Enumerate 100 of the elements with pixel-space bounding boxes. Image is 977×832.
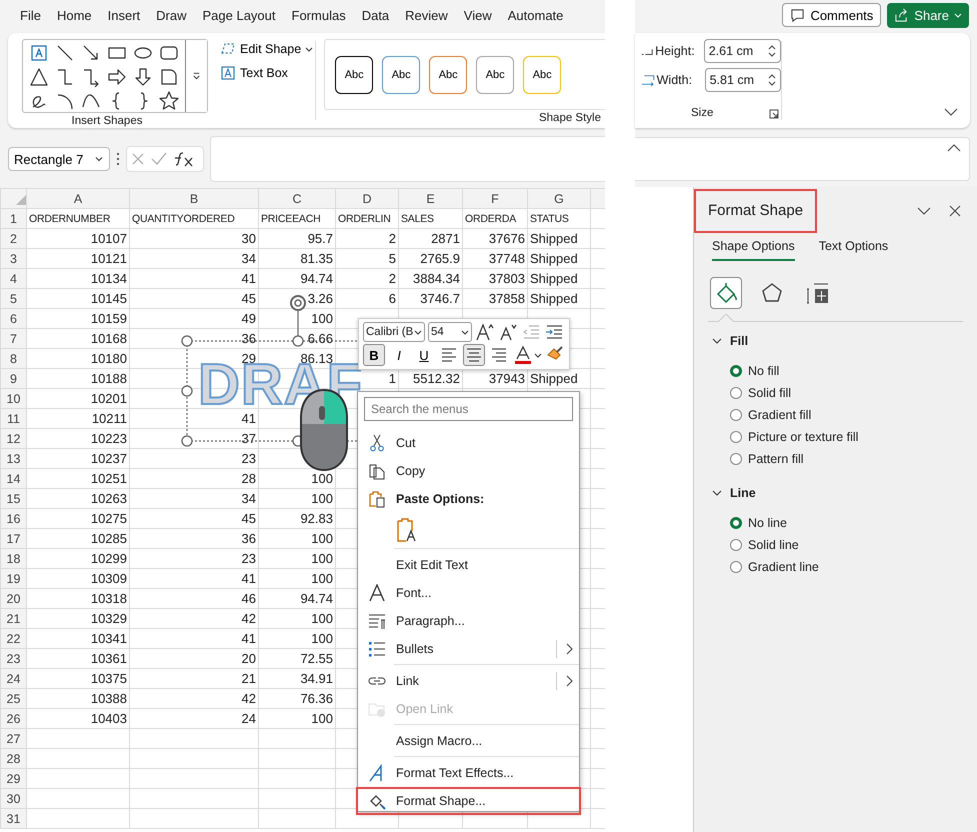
formula-input[interactable] [210, 136, 605, 182]
shape-style-swatch[interactable]: Abc [335, 56, 374, 94]
row-header[interactable]: 18 [0, 548, 26, 568]
menu-item[interactable]: Exit Edit Text [358, 551, 579, 579]
width-field[interactable]: 5.81 cm [704, 68, 781, 92]
shape-style-swatch[interactable]: Abc [429, 56, 468, 94]
ribbon-tab[interactable]: Draw [148, 8, 194, 22]
row-header[interactable]: 25 [0, 688, 26, 708]
row-header[interactable]: 29 [0, 768, 26, 788]
ribbon-tab[interactable]: Insert [100, 8, 148, 22]
radio-option[interactable]: No fill [716, 360, 977, 382]
row-header[interactable]: 23 [0, 648, 26, 668]
radio-option[interactable]: Pattern fill [716, 448, 977, 470]
font-dropdown[interactable]: Calibri (B [363, 322, 425, 342]
menu-item[interactable]: Paragraph... [358, 607, 579, 635]
row-header[interactable]: 1 [0, 208, 26, 228]
row-header[interactable]: 5 [0, 288, 26, 308]
row-header[interactable]: 3 [0, 248, 26, 268]
menu-item[interactable]: Bullets [358, 635, 579, 663]
column-header[interactable]: D [336, 188, 398, 208]
row-header[interactable]: 20 [0, 588, 26, 608]
radio-button[interactable] [730, 409, 742, 421]
height-field[interactable]: 2.61 cm [704, 39, 781, 63]
text-box-icon[interactable] [29, 43, 49, 63]
column-header[interactable]: C [258, 188, 336, 208]
menu-item[interactable]: Cut [358, 429, 579, 457]
caret-icon[interactable] [534, 351, 542, 359]
pane-tab[interactable]: Text Options [818, 239, 888, 261]
line-icon[interactable] [55, 43, 75, 63]
radio-option[interactable]: Picture or texture fill [716, 426, 977, 448]
radio-button[interactable] [730, 387, 742, 399]
ribbon-tab[interactable]: Formulas [284, 8, 354, 22]
paste-text-icon[interactable] [396, 517, 418, 543]
star-icon[interactable] [159, 91, 179, 111]
menu-item[interactable]: Format Shape... [356, 787, 581, 815]
chevron-down-icon[interactable] [944, 108, 958, 116]
row-header[interactable]: 12 [0, 428, 26, 448]
row-header[interactable]: 26 [0, 708, 26, 728]
grow-font-icon[interactable] [475, 322, 495, 342]
menu-item[interactable]: Assign Macro... [358, 727, 579, 755]
right-arrow-icon[interactable] [107, 67, 127, 87]
row-header[interactable]: 22 [0, 628, 26, 648]
font-color-icon[interactable] [513, 345, 533, 365]
elbow-connector-icon[interactable] [55, 67, 75, 87]
section-header[interactable]: Line [712, 482, 977, 504]
radio-button[interactable] [730, 539, 742, 551]
row-header[interactable]: 15 [0, 488, 26, 508]
radio-option[interactable]: Solid line [716, 534, 977, 556]
menu-item[interactable]: Copy [358, 457, 579, 485]
shape-style-swatch[interactable]: Abc [382, 56, 420, 94]
section-header[interactable]: Fill [712, 330, 977, 352]
row-header[interactable]: 10 [0, 388, 26, 408]
row-header[interactable]: 9 [0, 368, 26, 388]
font-size-dropdown[interactable]: 54 [428, 322, 472, 342]
radio-button[interactable] [730, 365, 742, 377]
row-header[interactable]: 4 [0, 268, 26, 288]
ribbon-tab[interactable]: Automate [500, 8, 572, 22]
row-header[interactable]: 8 [0, 348, 26, 368]
down-arrow-icon[interactable] [133, 67, 153, 87]
shape-style-swatch[interactable]: Abc [476, 56, 514, 94]
elbow-arrow-icon[interactable] [81, 67, 101, 87]
chevron-up-icon[interactable] [947, 144, 961, 152]
radio-option[interactable]: Solid fill [716, 382, 977, 404]
row-header[interactable]: 28 [0, 748, 26, 768]
ribbon-tab[interactable]: Home [48, 8, 100, 22]
radio-option[interactable]: Gradient fill [716, 404, 977, 426]
menu-item[interactable]: Font... [358, 579, 579, 607]
row-header[interactable]: 11 [0, 408, 26, 428]
radio-option[interactable]: No line [716, 512, 977, 534]
chevron-down-icon[interactable] [917, 207, 931, 215]
column-header[interactable]: E [398, 188, 462, 208]
row-header[interactable]: 21 [0, 608, 26, 628]
row-header[interactable]: 14 [0, 468, 26, 488]
spinner-icon[interactable] [768, 73, 776, 87]
radio-button[interactable] [730, 561, 742, 573]
ribbon-tab[interactable]: Review [397, 8, 456, 22]
row-header[interactable]: 27 [0, 728, 26, 748]
row-header[interactable]: 19 [0, 568, 26, 588]
format-button[interactable]: B [363, 344, 385, 366]
share-button[interactable]: Share [887, 2, 969, 28]
column-header[interactable]: F [462, 188, 528, 208]
text-box-button[interactable]: Text Box [218, 63, 316, 83]
column-header[interactable]: G [528, 188, 590, 208]
row-header[interactable]: 7 [0, 328, 26, 348]
radio-button[interactable] [730, 517, 742, 529]
category-button[interactable] [710, 277, 742, 309]
spinner-icon[interactable] [768, 44, 776, 58]
dialog-launcher-icon[interactable] [769, 109, 779, 119]
row-header[interactable]: 2 [0, 228, 26, 248]
menu-item[interactable]: Format Text Effects... [358, 759, 579, 787]
radio-button[interactable] [730, 431, 742, 443]
column-header[interactable]: B [130, 188, 258, 208]
radio-option[interactable]: Gradient line [716, 556, 977, 578]
ribbon-tab[interactable]: View [456, 8, 500, 22]
shape-style-swatch[interactable]: Abc [523, 56, 562, 94]
column-header[interactable]: A [26, 188, 130, 208]
row-header[interactable]: 17 [0, 528, 26, 548]
menu-item[interactable]: Link [358, 667, 579, 695]
more-shapes-button[interactable] [185, 40, 207, 112]
close-icon[interactable] [949, 205, 961, 217]
